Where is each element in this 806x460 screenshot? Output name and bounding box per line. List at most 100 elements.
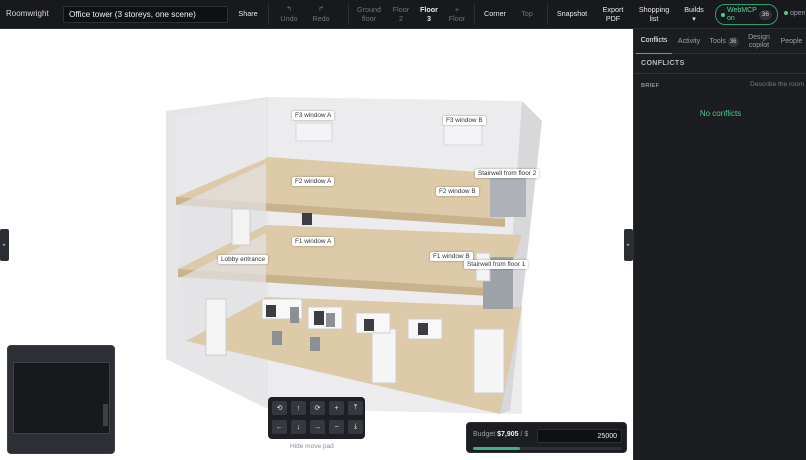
side-panel: Conflicts Activity Tools 36 Design copilot…: [633, 29, 806, 460]
toolbar-divider: [547, 4, 548, 25]
cabinet: [231, 208, 251, 246]
stairwell-from-floor-2-label[interactable]: Stairwell from floor 2: [475, 169, 540, 178]
minimap-scrollbar[interactable]: [103, 404, 108, 426]
chair: [266, 305, 276, 317]
tools-count-badge: 36: [727, 36, 739, 47]
floor-2-button[interactable]: Floor 2: [389, 0, 413, 29]
f3-window-a-panel: [295, 122, 333, 142]
tab-design-copilot-label-2: copilot: [748, 41, 770, 49]
undo-label: Undo: [280, 13, 298, 23]
open-status: open: [784, 10, 806, 17]
ground-floor-button[interactable]: Ground floor: [354, 0, 384, 29]
tab-tools[interactable]: Tools 36: [707, 29, 741, 54]
project-title-input[interactable]: Office tower (3 storeys, one scene): [63, 6, 228, 23]
redo-button[interactable]: ↱ Redo: [308, 0, 334, 29]
minimap-viewport[interactable]: [13, 362, 110, 434]
shopping-list-button[interactable]: Shopping list: [635, 0, 673, 29]
budget-separator: / $: [520, 431, 529, 438]
tab-people[interactable]: People: [777, 29, 806, 54]
left-panel-toggle[interactable]: ▸: [0, 229, 9, 261]
f3-window-a-label[interactable]: F3 window A: [292, 111, 335, 120]
app-logo: Roomwright: [6, 9, 49, 19]
desk: [307, 306, 343, 330]
chair: [310, 337, 320, 351]
cabinet: [205, 298, 227, 356]
budget-summary: Budget $7,905 / $: [473, 431, 528, 438]
builds-dropdown[interactable]: Builds ▾: [680, 0, 708, 29]
brief-label: BRIEF: [641, 83, 660, 89]
tab-tools-label: Tools: [709, 37, 726, 45]
shopping-list-label-2: list: [649, 13, 659, 23]
export-pdf-label-2: PDF: [605, 13, 621, 23]
move-back-button[interactable]: ↓: [291, 420, 306, 434]
rotate-right-button[interactable]: ⟳: [310, 401, 325, 415]
brief-input[interactable]: Describe the room: [734, 81, 804, 88]
chair: [418, 323, 428, 335]
toolbar-divider: [268, 4, 269, 25]
budget-progress-bar: [473, 447, 622, 450]
floor-3-label-2: 3: [427, 13, 431, 23]
tab-design-copilot-label-1: Design: [748, 33, 770, 41]
redo-label: Redo: [312, 13, 330, 23]
budget-progress-fill: [473, 447, 521, 450]
floor-2-label-2: 2: [398, 13, 403, 23]
top-view-button[interactable]: Top: [514, 0, 540, 29]
move-up-button[interactable]: ⤒: [348, 401, 363, 415]
f1-window-a-label[interactable]: F1 window A: [292, 237, 335, 246]
chair: [272, 331, 282, 345]
toolbar-divider: [474, 4, 475, 25]
status-dot-icon: [784, 11, 788, 15]
right-panel-toggle[interactable]: ▸: [624, 229, 633, 261]
top-bar: Roomwright Office tower (3 storeys, one …: [0, 0, 806, 29]
share-button[interactable]: Share: [234, 0, 262, 29]
stairwell-from-floor-1-label[interactable]: Stairwell from floor 1: [464, 260, 529, 269]
cabinet: [371, 328, 397, 384]
chair: [364, 319, 374, 331]
scene-canvas[interactable]: F3 window A F3 window B F2 window A Stai…: [0, 29, 633, 460]
rotate-left-button[interactable]: ⟲: [272, 401, 287, 415]
status-dot-icon: [721, 13, 725, 17]
stairwell-2-block: [490, 177, 526, 217]
f3-window-b-panel: [443, 122, 483, 146]
budget-label: Budget: [473, 431, 496, 438]
empty-state-message: No conflicts: [699, 109, 742, 118]
open-status-label: open: [790, 10, 806, 17]
corner-view-button[interactable]: Corner: [480, 0, 510, 29]
add-floor-label-2: Floor: [448, 13, 466, 23]
snapshot-button[interactable]: Snapshot: [553, 0, 591, 29]
chair: [314, 311, 324, 325]
zoom-in-button[interactable]: +: [329, 401, 344, 415]
f2-window-a-label[interactable]: F2 window A: [292, 177, 335, 186]
tab-design-copilot[interactable]: Design copilot: [744, 29, 774, 54]
hide-move-pad-link[interactable]: Hide move pad: [290, 443, 334, 450]
tab-conflicts[interactable]: Conflicts: [636, 29, 672, 54]
webmcp-count-badge: 36: [758, 10, 772, 20]
panel-heading: CONFLICTS: [641, 60, 685, 67]
lobby-entrance-label[interactable]: Lobby entrance: [218, 255, 269, 264]
webmcp-toggle[interactable]: WebMCP on 36: [715, 4, 778, 25]
move-forward-button[interactable]: ↑: [291, 401, 306, 415]
tab-activity[interactable]: Activity: [674, 29, 704, 54]
budget-widget: Budget $7,905 / $ 25000: [466, 422, 627, 453]
budget-spent: $7,905: [497, 431, 519, 438]
divider: [634, 73, 806, 74]
add-floor-button[interactable]: + Floor: [445, 0, 469, 29]
f2-window-b-label[interactable]: F2 window B: [436, 187, 479, 196]
move-pad: ⟲ ↑ ⟳ + ⤒ ← ↓ → − ⤓: [268, 397, 365, 439]
ground-floor-label-2: floor: [362, 13, 376, 23]
chair: [326, 313, 335, 327]
toolbar-divider: [348, 4, 349, 25]
zoom-out-button[interactable]: −: [329, 420, 344, 434]
move-down-button[interactable]: ⤓: [348, 420, 363, 434]
move-right-button[interactable]: →: [310, 420, 325, 434]
floor-3-button[interactable]: Floor 3: [417, 0, 441, 29]
chair: [290, 307, 299, 323]
move-left-button[interactable]: ←: [272, 420, 287, 434]
undo-button[interactable]: ↰ Undo: [276, 0, 302, 29]
budget-limit-input[interactable]: 25000: [537, 429, 622, 443]
f3-window-b-label[interactable]: F3 window B: [443, 116, 486, 125]
chair: [302, 213, 312, 225]
export-pdf-button[interactable]: Export PDF: [598, 0, 628, 29]
chevron-down-icon: ▾: [692, 13, 696, 23]
minimap[interactable]: [7, 345, 115, 454]
